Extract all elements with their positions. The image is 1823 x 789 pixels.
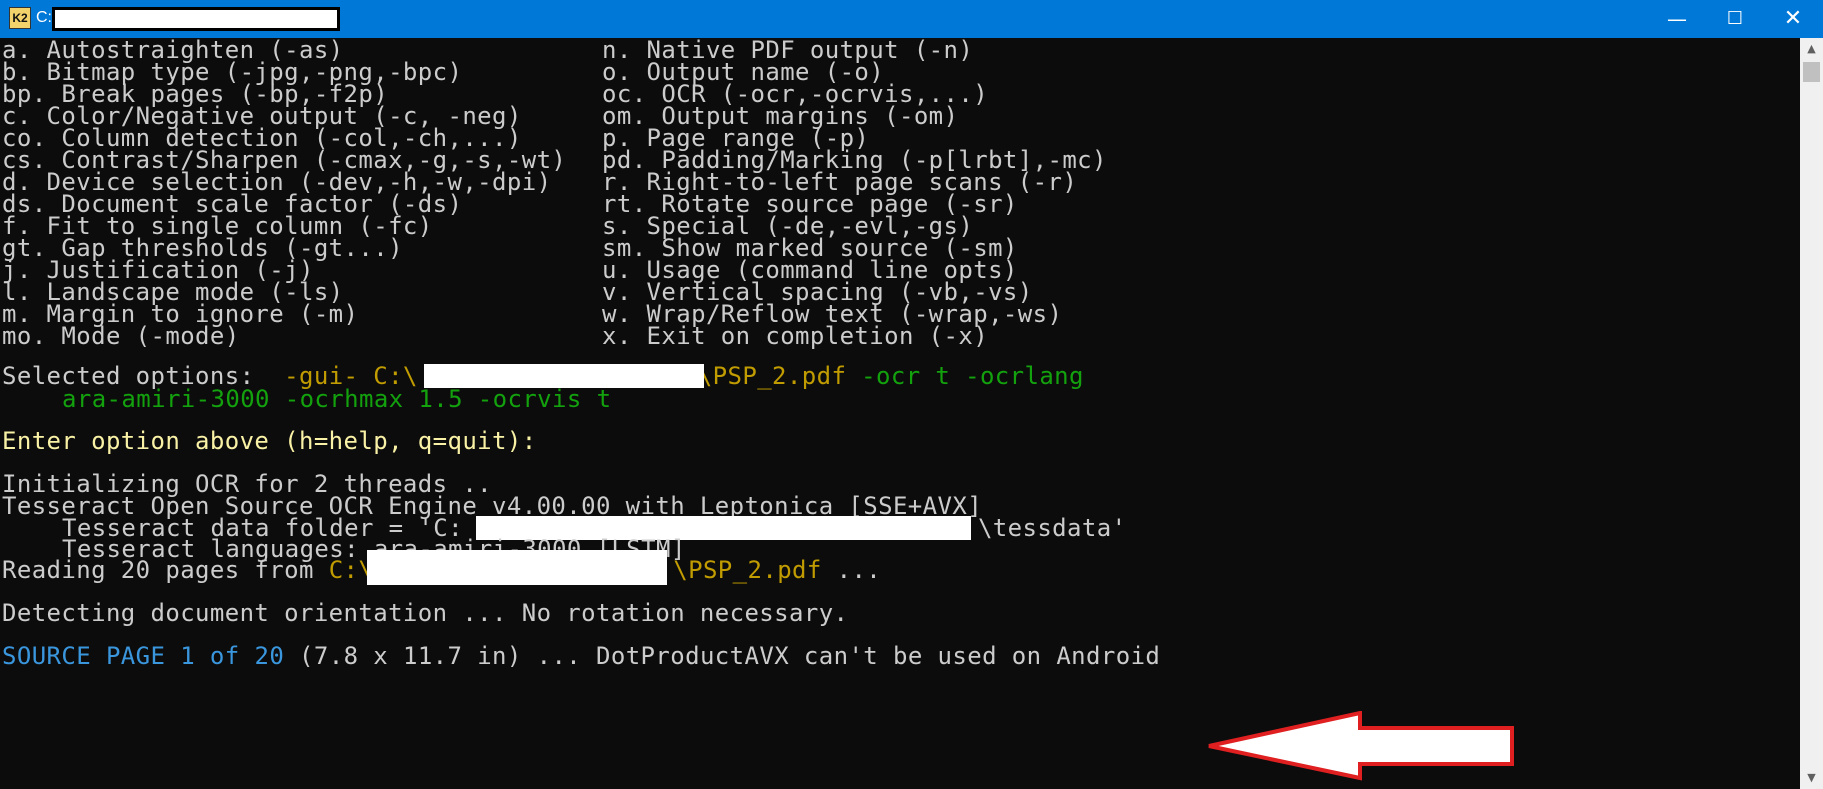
selected-ocr-options: -ocr t -ocrlang [846,362,1084,390]
option-input-prompt[interactable]: Enter option above (h=help, q=quit): [2,429,537,454]
source-page-of: of [195,642,255,670]
scroll-up-arrow-icon[interactable]: ▲ [1800,38,1823,60]
source-page-number: 1 [180,642,196,670]
selected-ocr-options-continued: ara-amiri-3000 -ocrhmax 1.5 -ocrvis t [62,385,612,413]
selected-input-file: \PSP_2.pdf [697,362,847,390]
console-window: K2 C: — ☐ ✕ a. Autostraighten (-as) b. B… [0,0,1823,789]
menu-option-mode: mo. Mode (-mode) [2,322,240,350]
menu-option-exit-on-completion: x. Exit on completion (-x) [602,322,989,350]
source-page-details: (7.8 x 11.7 in) ... DotProductAVX can't … [284,642,1161,670]
k2pdfopt-app-icon[interactable]: K2 [9,7,31,29]
source-page-label: SOURCE PAGE [2,642,181,670]
redacted-title-path [52,7,340,31]
reading-prefix: Reading 20 pages from [2,556,329,584]
scrollbar-thumb[interactable] [1803,62,1820,82]
console-output[interactable]: a. Autostraighten (-as) b. Bitmap type (… [0,38,1800,789]
minimize-button[interactable]: — [1648,0,1706,38]
reading-file: \PSP_2.pdf [673,556,822,584]
window-title-prefix: C: [36,9,52,26]
redacted-reading-path [367,550,667,585]
orientation-line: Detecting document orientation ... No ro… [2,599,849,627]
scroll-down-arrow-icon[interactable]: ▼ [1800,767,1823,789]
reading-suffix: ... [821,556,882,584]
source-page-line: SOURCE PAGE 1 of 20 (7.8 x 11.7 in) ... … [2,644,1160,669]
source-page-total: 20 [254,642,285,670]
arrow-shape [1208,711,1514,781]
title-bar[interactable]: K2 C: — ☐ ✕ [0,0,1823,38]
red-arrow-annotation [1208,711,1514,781]
vertical-scrollbar[interactable]: ▲ ▼ [1800,38,1823,789]
maximize-button[interactable]: ☐ [1706,0,1764,38]
close-button[interactable]: ✕ [1764,0,1822,38]
data-folder-suffix: \tessdata' [977,514,1127,542]
